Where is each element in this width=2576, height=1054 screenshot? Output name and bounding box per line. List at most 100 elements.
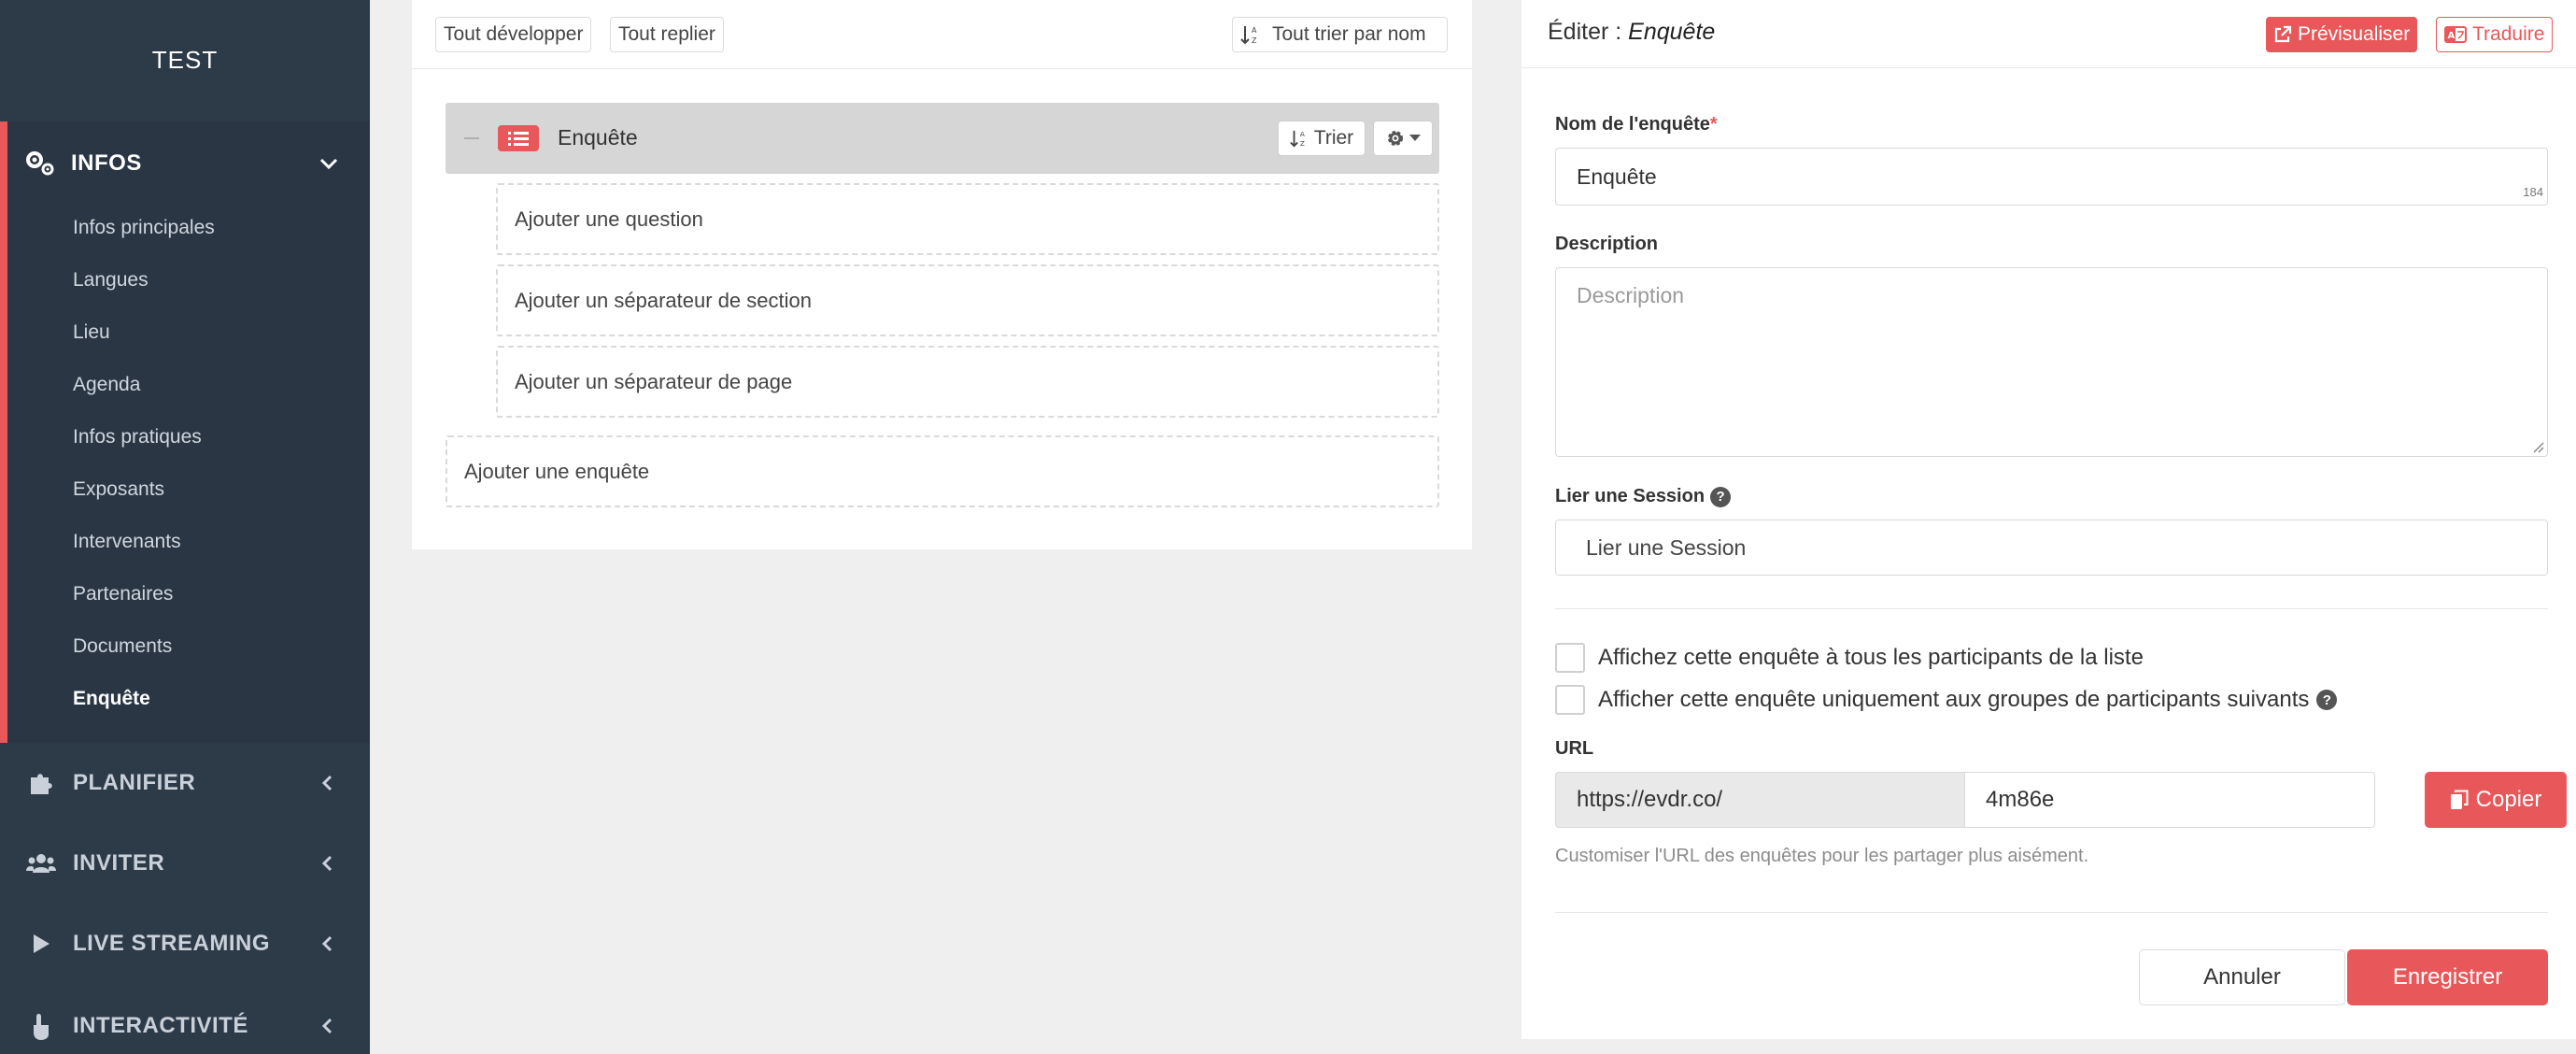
gears-icon xyxy=(24,148,56,179)
collapse-all-button[interactable]: Tout replier xyxy=(610,17,724,52)
sidebar-item-documents[interactable]: Documents xyxy=(73,635,172,658)
required-marker: * xyxy=(1709,114,1718,135)
url-slug-input[interactable]: 4m86e xyxy=(1965,772,2375,828)
caret-down-icon xyxy=(1409,135,1421,142)
url-label: URL xyxy=(1555,738,1594,759)
header-divider xyxy=(1522,67,2576,68)
sidebar-section-planifier[interactable]: PLANIFIER xyxy=(0,743,370,823)
puzzle-icon xyxy=(26,768,56,798)
sort-all-button[interactable]: AZ Tout trier par nom xyxy=(1232,17,1448,52)
add-page-separator-button[interactable]: Ajouter un séparateur de page xyxy=(496,346,1439,418)
survey-name-input[interactable]: Enquête 184 xyxy=(1555,148,2548,206)
survey-editor-panel: Éditer : Enquête Prévisualiser A Traduir… xyxy=(1522,0,2576,1039)
help-icon[interactable]: ? xyxy=(1710,486,1732,507)
sidebar-section-interactivite[interactable]: INTERACTIVITÉ xyxy=(0,984,370,1054)
sidebar-item-agenda[interactable]: Agenda xyxy=(73,374,140,396)
translate-label: Traduire xyxy=(2472,23,2545,45)
add-survey-button[interactable]: Ajouter une enquête xyxy=(446,435,1439,507)
svg-text:Z: Z xyxy=(1252,36,1257,45)
sidebar-item-infos-pratiques[interactable]: Infos pratiques xyxy=(73,426,202,449)
name-label: Nom de l'enquête* xyxy=(1555,114,1718,135)
translate-button[interactable]: A Traduire xyxy=(2436,17,2554,52)
sidebar-item-langues[interactable]: Langues xyxy=(73,269,149,292)
gear-icon xyxy=(1385,128,1406,149)
sort-button[interactable]: AZ Trier xyxy=(1278,121,1366,156)
sort-label: Trier xyxy=(1313,127,1354,149)
show-groups-row: Afficher cette enquête uniquement aux gr… xyxy=(1555,685,2338,715)
sidebar: TEST INFOS Infos principales Langues Lie… xyxy=(0,0,370,1054)
description-placeholder: Description xyxy=(1577,283,1685,307)
character-counter: 184 xyxy=(2523,185,2543,199)
chevron-left-icon xyxy=(318,1016,338,1036)
resize-handle-icon[interactable] xyxy=(2531,440,2544,453)
editor-title: Éditer : Enquête xyxy=(1548,19,1715,46)
description-label: Description xyxy=(1555,234,1659,254)
divider xyxy=(1555,608,2548,609)
survey-node[interactable]: Enquête AZ Trier xyxy=(446,103,1439,174)
session-select[interactable]: Lier une Session xyxy=(1555,520,2548,576)
add-question-button[interactable]: Ajouter une question xyxy=(496,183,1439,255)
copy-button[interactable]: Copier xyxy=(2425,772,2567,828)
sidebar-item-partenaires[interactable]: Partenaires xyxy=(73,583,173,605)
preview-button[interactable]: Prévisualiser xyxy=(2266,17,2418,52)
save-button[interactable]: Enregistrer xyxy=(2347,949,2548,1005)
divider xyxy=(1555,912,2548,913)
show-all-participants-checkbox[interactable] xyxy=(1555,643,1585,673)
sidebar-section-label: INTERACTIVITÉ xyxy=(73,1013,248,1038)
add-section-separator-button[interactable]: Ajouter un séparateur de section xyxy=(496,264,1439,336)
show-groups-label[interactable]: Afficher cette enquête uniquement aux gr… xyxy=(1598,687,2309,713)
settings-dropdown-button[interactable] xyxy=(1373,121,1433,156)
tree-toolbar: Tout développer Tout replier AZ Tout tri… xyxy=(412,0,1472,69)
survey-name-value: Enquête xyxy=(1577,164,1657,189)
sort-icon: AZ xyxy=(1290,129,1309,148)
help-icon[interactable]: ? xyxy=(2316,690,2338,710)
survey-tree-panel: Tout développer Tout replier AZ Tout tri… xyxy=(412,0,1472,549)
svg-text:A: A xyxy=(1300,130,1305,138)
survey-node-title: Enquête xyxy=(558,125,638,150)
sort-icon: AZ xyxy=(1240,24,1261,45)
sidebar-section-label: INFOS xyxy=(71,150,142,176)
expand-all-button[interactable]: Tout développer xyxy=(435,17,592,52)
chevron-left-icon xyxy=(318,933,338,954)
show-all-participants-row: Affichez cette enquête à tous les partic… xyxy=(1555,643,2144,673)
sidebar-item-enquete[interactable]: Enquête xyxy=(73,688,150,710)
hand-pointer-icon xyxy=(26,1011,56,1041)
sidebar-section-infos: INFOS Infos principales Langues Lieu Age… xyxy=(0,121,370,743)
users-icon xyxy=(26,848,56,878)
preview-label: Prévisualiser xyxy=(2298,23,2411,45)
external-link-icon xyxy=(2273,25,2292,44)
language-icon: A xyxy=(2444,26,2467,43)
chevron-left-icon xyxy=(318,853,338,874)
sidebar-section-label: PLANIFIER xyxy=(73,770,196,795)
show-all-participants-label[interactable]: Affichez cette enquête à tous les partic… xyxy=(1598,645,2144,671)
description-textarea[interactable]: Description xyxy=(1555,267,2548,457)
play-icon xyxy=(26,929,56,959)
editor-title-name: Enquête xyxy=(1628,19,1716,45)
sidebar-section-label: INVITER xyxy=(73,850,165,876)
chevron-left-icon xyxy=(318,773,338,793)
chevron-down-icon xyxy=(318,152,340,175)
collapse-dash-icon[interactable] xyxy=(464,137,479,139)
sidebar-item-exposants[interactable]: Exposants xyxy=(73,478,164,501)
list-icon xyxy=(498,125,539,151)
svg-text:Z: Z xyxy=(1300,139,1305,148)
url-hint: Customiser l'URL des enquêtes pour les p… xyxy=(1555,846,2089,866)
sidebar-item-lieu[interactable]: Lieu xyxy=(73,321,110,344)
sidebar-section-label: LIVE STREAMING xyxy=(73,931,271,956)
brand-title: TEST xyxy=(151,45,219,74)
sidebar-section-live-streaming[interactable]: LIVE STREAMING xyxy=(0,904,370,984)
copy-label: Copier xyxy=(2475,787,2542,812)
sidebar-section-header-infos[interactable]: INFOS xyxy=(0,123,370,204)
svg-text:A: A xyxy=(2448,31,2456,41)
session-label-text: Lier une Session xyxy=(1555,486,1706,506)
sidebar-section-inviter[interactable]: INVITER xyxy=(0,823,370,904)
name-label-text: Nom de l'enquête xyxy=(1555,114,1710,135)
url-prefix: https://evdr.co/ xyxy=(1555,772,1965,828)
cancel-button[interactable]: Annuler xyxy=(2139,949,2345,1005)
session-label: Lier une Session? xyxy=(1555,486,1732,507)
svg-text:A: A xyxy=(1252,26,1257,35)
show-groups-checkbox[interactable] xyxy=(1555,685,1585,715)
copy-icon xyxy=(2450,790,2469,810)
sidebar-item-intervenants[interactable]: Intervenants xyxy=(73,531,181,553)
sidebar-item-infos-principales[interactable]: Infos principales xyxy=(73,217,215,239)
